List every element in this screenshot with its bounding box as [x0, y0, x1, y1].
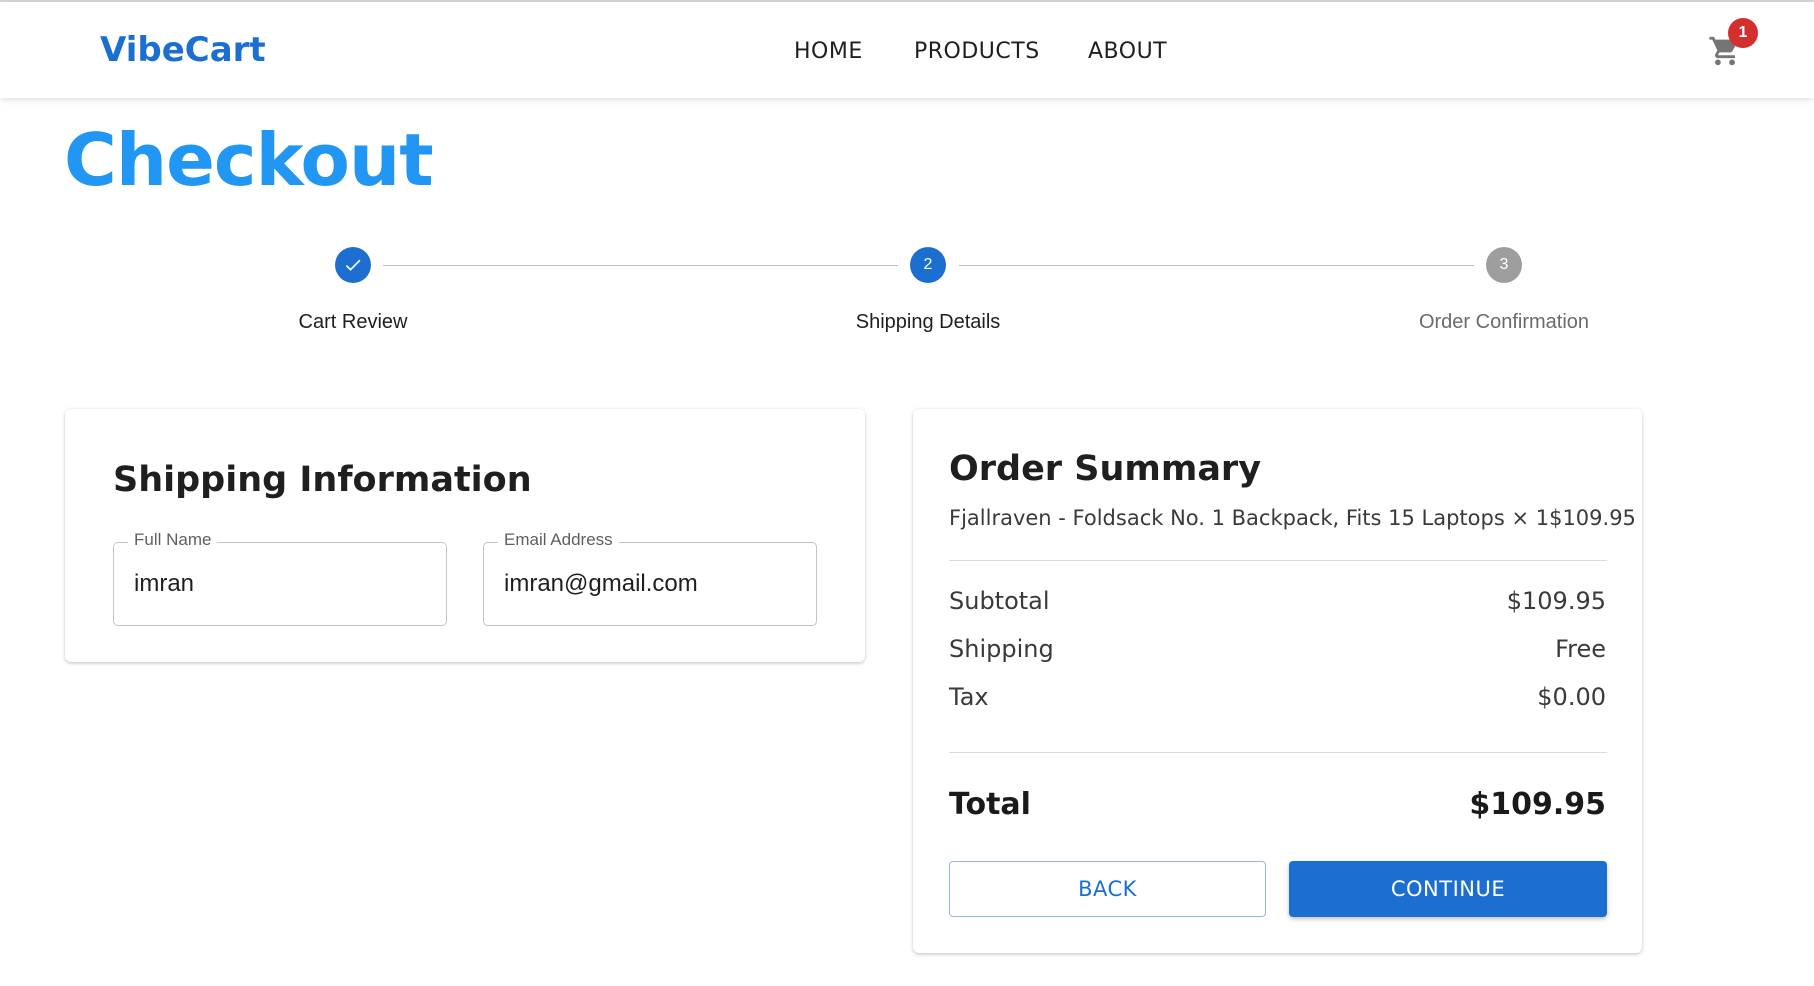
page-title: Checkout	[64, 118, 434, 202]
step-label-cart-review: Cart Review	[298, 311, 408, 333]
tax-value: $0.00	[1537, 683, 1606, 711]
step-3-indicator: 3	[1486, 247, 1522, 283]
nav-home[interactable]: HOME	[794, 39, 863, 64]
subtotal-value: $109.95	[1506, 587, 1606, 615]
brand-logo[interactable]: VibeCart	[100, 30, 266, 70]
shipping-label: Shipping	[949, 635, 1054, 663]
step-connector-2	[959, 265, 1474, 266]
shipping-card-title: Shipping Information	[113, 460, 532, 500]
step-label-shipping-details: Shipping Details	[855, 311, 1001, 333]
cart-badge: 1	[1728, 18, 1758, 48]
total-value: $109.95	[1469, 787, 1606, 822]
shipping-value: Free	[1555, 635, 1606, 663]
order-summary-card: Order Summary Fjallraven - Foldsack No. …	[913, 409, 1642, 953]
continue-button[interactable]: CONTINUE	[1289, 861, 1607, 917]
summary-divider-top	[949, 560, 1607, 561]
summary-line-item: Fjallraven - Foldsack No. 1 Backpack, Fi…	[949, 506, 1636, 530]
full-name-input[interactable]	[114, 543, 446, 625]
nav-products[interactable]: PRODUCTS	[914, 39, 1040, 64]
step-connector-1	[383, 265, 898, 266]
tax-label: Tax	[949, 683, 989, 711]
order-summary-title: Order Summary	[949, 449, 1262, 489]
nav-about[interactable]: ABOUT	[1088, 39, 1167, 64]
email-field: Email Address	[483, 530, 817, 626]
app-header: VibeCart HOME PRODUCTS ABOUT	[0, 2, 1814, 98]
step-1-complete-icon	[335, 247, 371, 283]
total-label: Total	[949, 787, 1031, 822]
step-label-order-confirmation: Order Confirmation	[1418, 311, 1590, 333]
summary-divider-bottom	[949, 752, 1607, 753]
subtotal-label: Subtotal	[949, 587, 1050, 615]
full-name-field: Full Name	[113, 530, 447, 626]
step-2-indicator: 2	[910, 247, 946, 283]
email-input[interactable]	[484, 543, 816, 625]
back-button[interactable]: BACK	[949, 861, 1266, 917]
shipping-information-card: Shipping Information Full Name Email Add…	[65, 409, 865, 662]
